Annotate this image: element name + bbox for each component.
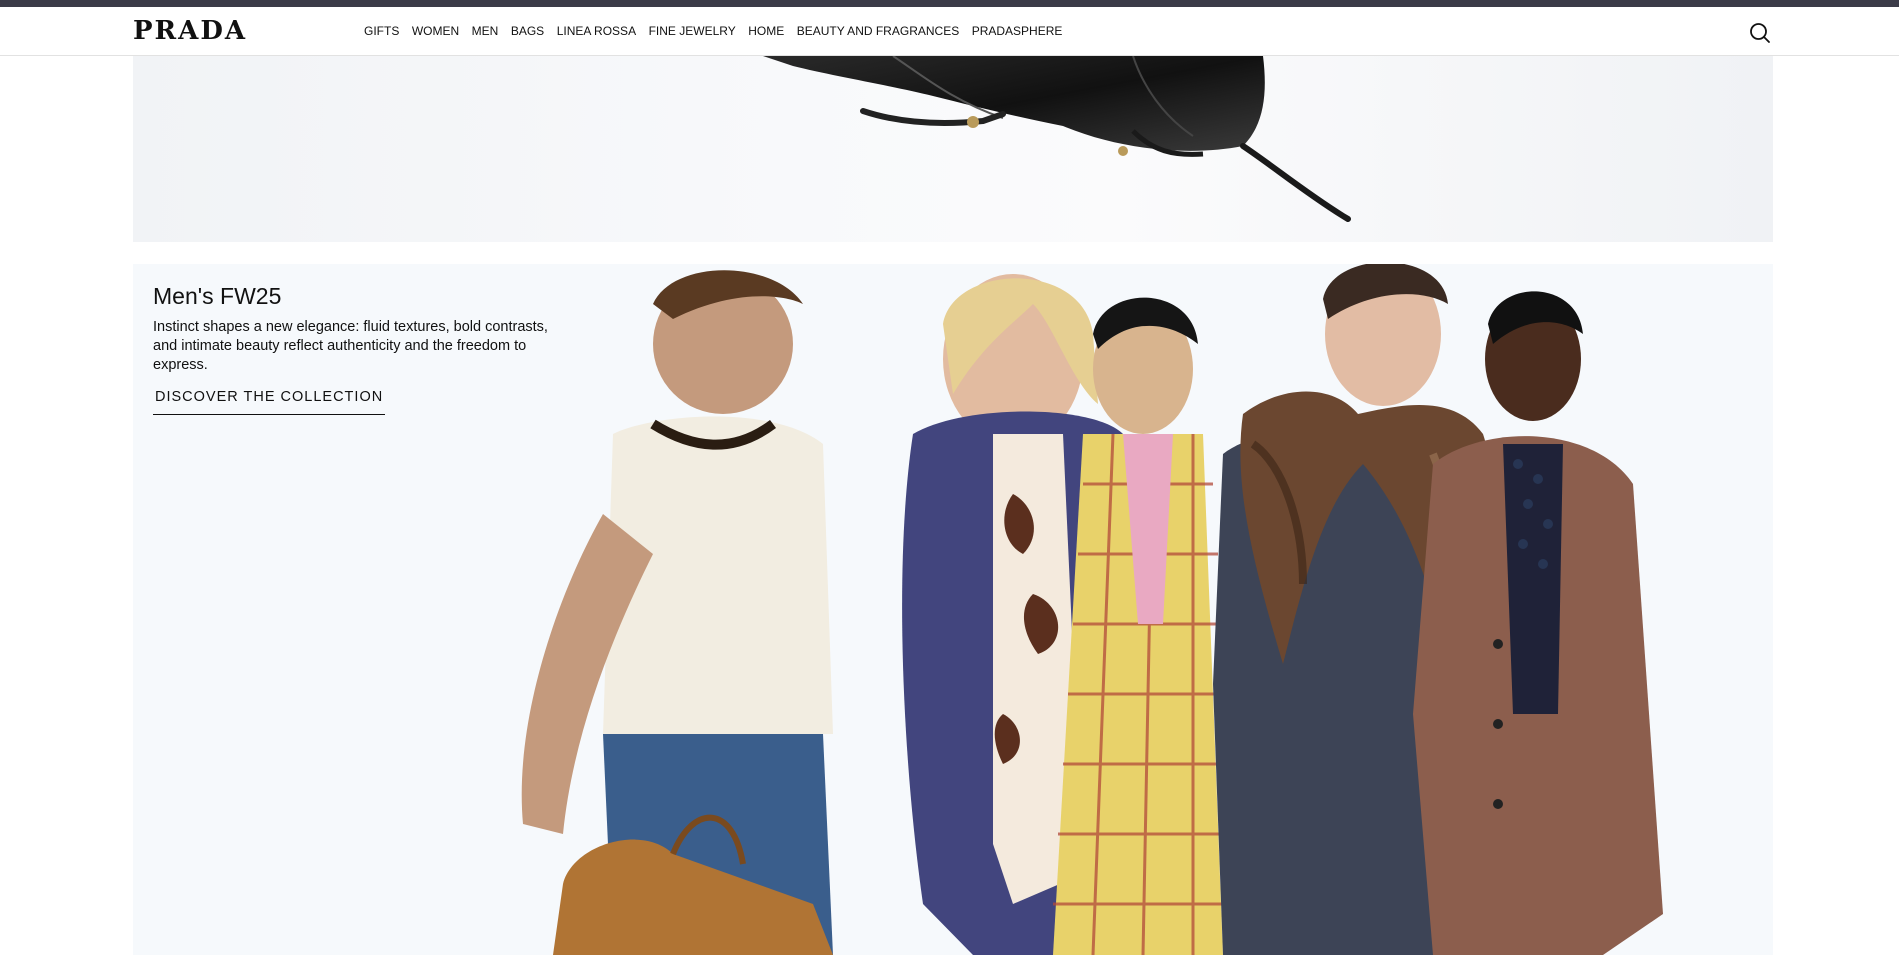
black-leather-bag-photo: [763, 56, 1351, 222]
prada-logo[interactable]: PRADA: [133, 17, 247, 45]
search-icon: [1750, 23, 1770, 43]
discover-collection-link[interactable]: DISCOVER THE COLLECTION: [153, 388, 386, 415]
nav-item-bags[interactable]: BAGS: [511, 24, 544, 38]
bag-hero-banner[interactable]: [133, 56, 1773, 242]
collection-copy: Men's FW25 Instinct shapes a new eleganc…: [153, 282, 573, 415]
nav-item-pradasphere[interactable]: PRADASPHERE: [972, 24, 1063, 38]
nav-item-fine-jewelry[interactable]: FINE JEWELRY: [649, 24, 736, 38]
nav-item-gifts[interactable]: GIFTS: [364, 24, 399, 38]
collection-title: Men's FW25: [153, 283, 282, 309]
nav-item-linea-rossa[interactable]: LINEA ROSSA: [557, 24, 636, 38]
collection-description: Instinct shapes a new elegance: fluid te…: [153, 319, 548, 373]
nav-item-women[interactable]: WOMEN: [412, 24, 459, 38]
search-button[interactable]: [1748, 21, 1772, 45]
nav-item-men[interactable]: MEN: [472, 24, 499, 38]
site-header: PRADA GIFTS WOMEN MEN BAGS LINEA ROSSA F…: [0, 7, 1899, 56]
main-navigation: GIFTS WOMEN MEN BAGS LINEA ROSSA FINE JE…: [364, 24, 1075, 38]
nav-item-beauty-fragrances[interactable]: BEAUTY AND FRAGRANCES: [797, 24, 959, 38]
mens-fw25-hero: Men's FW25 Instinct shapes a new eleganc…: [133, 264, 1773, 955]
top-accent-bar: [0, 0, 1899, 7]
nav-item-home[interactable]: HOME: [748, 24, 784, 38]
